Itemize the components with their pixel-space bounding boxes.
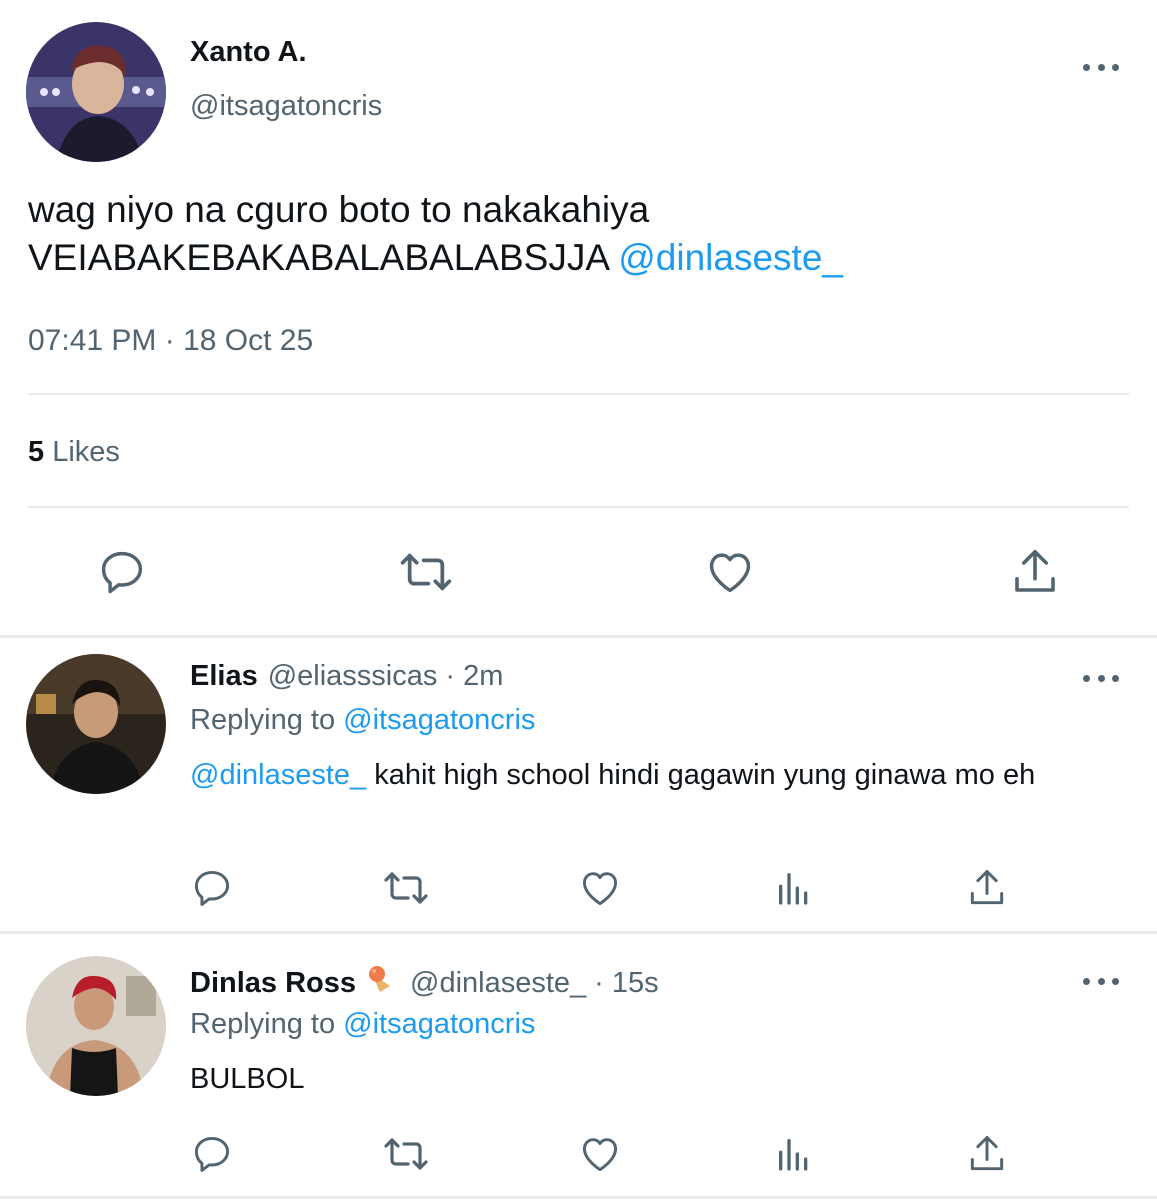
share-button[interactable]: [963, 1130, 1011, 1178]
likes-number: 5: [28, 436, 45, 468]
reply-time[interactable]: · 15s: [594, 967, 658, 1000]
reply-header: Dinlas Ross @dinlaseste_ · 15s: [190, 964, 659, 1002]
tweet-timestamp[interactable]: 07:41 PM · 18 Oct 25: [28, 324, 313, 358]
share-icon: [1015, 549, 1055, 592]
reply-author-name[interactable]: Elias: [190, 660, 258, 693]
separator: [0, 1196, 1157, 1199]
divider: [28, 506, 1129, 508]
analytics-button[interactable]: [770, 864, 818, 912]
analytics-icon: [779, 873, 808, 905]
reply-text: @dinlaseste_ kahit high school hindi gag…: [190, 756, 1120, 794]
like-button[interactable]: [576, 1130, 624, 1178]
reply-author-handle[interactable]: @dinlaseste_: [410, 967, 586, 1000]
replying-to: Replying to @itsagatoncris: [190, 704, 535, 737]
more-options-icon[interactable]: [1083, 60, 1119, 74]
retweet-button[interactable]: [382, 1130, 430, 1178]
like-icon: [582, 872, 618, 906]
share-button[interactable]: [1005, 542, 1065, 602]
likes-count[interactable]: 5 Likes: [28, 436, 120, 469]
reply-body: BULBOL: [190, 1063, 305, 1095]
reply-button[interactable]: [92, 542, 152, 602]
separator: [0, 931, 1157, 934]
like-icon: [709, 553, 751, 593]
tweet-body: wag niyo na cguro boto to nakakahiya VEI…: [28, 189, 650, 278]
reply-button[interactable]: [188, 1130, 236, 1178]
more-options-icon[interactable]: [1083, 671, 1119, 685]
author-avatar[interactable]: [26, 22, 166, 162]
reply-icon: [194, 1136, 230, 1172]
separator: [0, 635, 1157, 638]
reply-header: Elias @eliasssicas · 2m: [190, 660, 503, 693]
tweet-mention-link[interactable]: @dinlaseste_: [618, 237, 843, 278]
analytics-button[interactable]: [770, 1130, 818, 1178]
retweet-icon: [384, 872, 428, 904]
analytics-icon: [779, 1139, 808, 1171]
reply-icon: [194, 870, 230, 906]
share-button[interactable]: [963, 864, 1011, 912]
more-options-icon[interactable]: [1083, 974, 1119, 988]
retweet-icon: [400, 553, 452, 591]
replying-label: Replying to: [190, 704, 344, 736]
likes-label: Likes: [52, 436, 120, 468]
like-icon: [582, 1138, 618, 1172]
replying-label: Replying to: [190, 1008, 344, 1040]
author-handle[interactable]: @itsagatoncris: [190, 90, 382, 123]
reply-avatar[interactable]: [26, 956, 166, 1096]
replying-to-link[interactable]: @itsagatoncris: [343, 704, 535, 736]
reply-icon: [101, 551, 143, 594]
retweet-button[interactable]: [382, 864, 430, 912]
tweet-text: wag niyo na cguro boto to nakakahiya VEI…: [28, 186, 1128, 282]
reply-time[interactable]: · 2m: [445, 660, 503, 693]
retweet-icon: [384, 1138, 428, 1170]
share-icon: [970, 1136, 1004, 1171]
share-icon: [970, 870, 1004, 905]
reply-body: kahit high school hindi gagawin yung gin…: [366, 759, 1036, 791]
author-name[interactable]: Xanto A.: [190, 36, 307, 69]
retweet-button[interactable]: [396, 542, 456, 602]
like-button[interactable]: [700, 542, 760, 602]
reply-avatar[interactable]: [26, 654, 166, 794]
like-button[interactable]: [576, 864, 624, 912]
replying-to-link[interactable]: @itsagatoncris: [343, 1008, 535, 1040]
reply-author-name[interactable]: Dinlas Ross: [190, 967, 356, 1000]
reply-mention-link[interactable]: @dinlaseste_: [190, 759, 366, 791]
divider: [28, 393, 1129, 395]
replying-to: Replying to @itsagatoncris: [190, 1008, 535, 1041]
reply-button[interactable]: [188, 864, 236, 912]
reply-text: BULBOL: [190, 1060, 1120, 1098]
ice-cream-emoji-icon: [366, 964, 396, 1002]
reply-author-handle[interactable]: @eliasssicas: [268, 660, 438, 693]
